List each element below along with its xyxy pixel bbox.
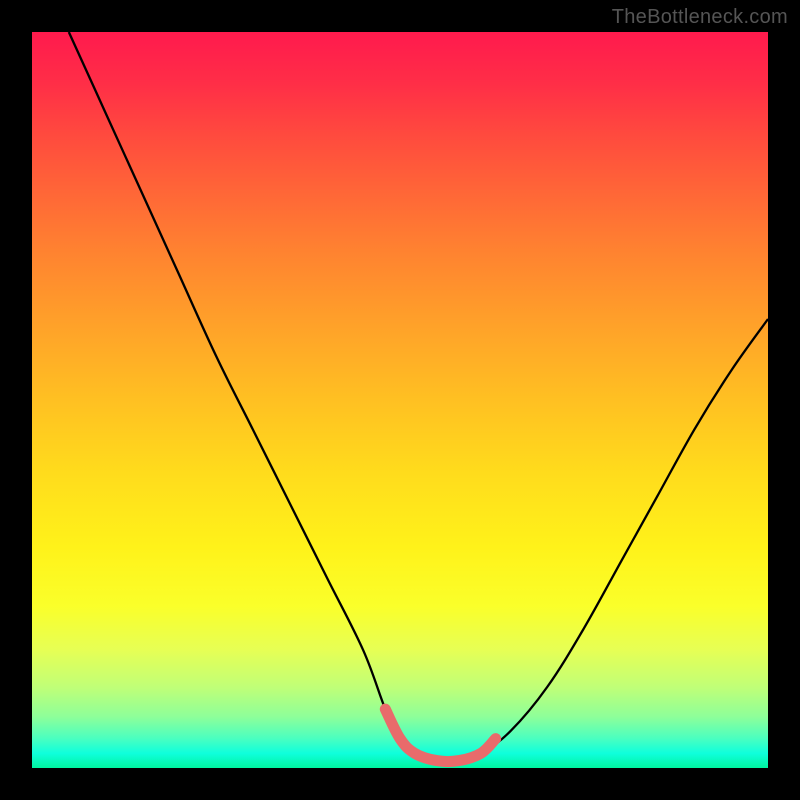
optimal-zone-highlight [385, 709, 495, 762]
chart-plot-area [32, 32, 768, 768]
bottleneck-curve [69, 32, 768, 762]
chart-container: TheBottleneck.com [0, 0, 800, 800]
chart-svg [32, 32, 768, 768]
watermark-text: TheBottleneck.com [612, 6, 788, 29]
